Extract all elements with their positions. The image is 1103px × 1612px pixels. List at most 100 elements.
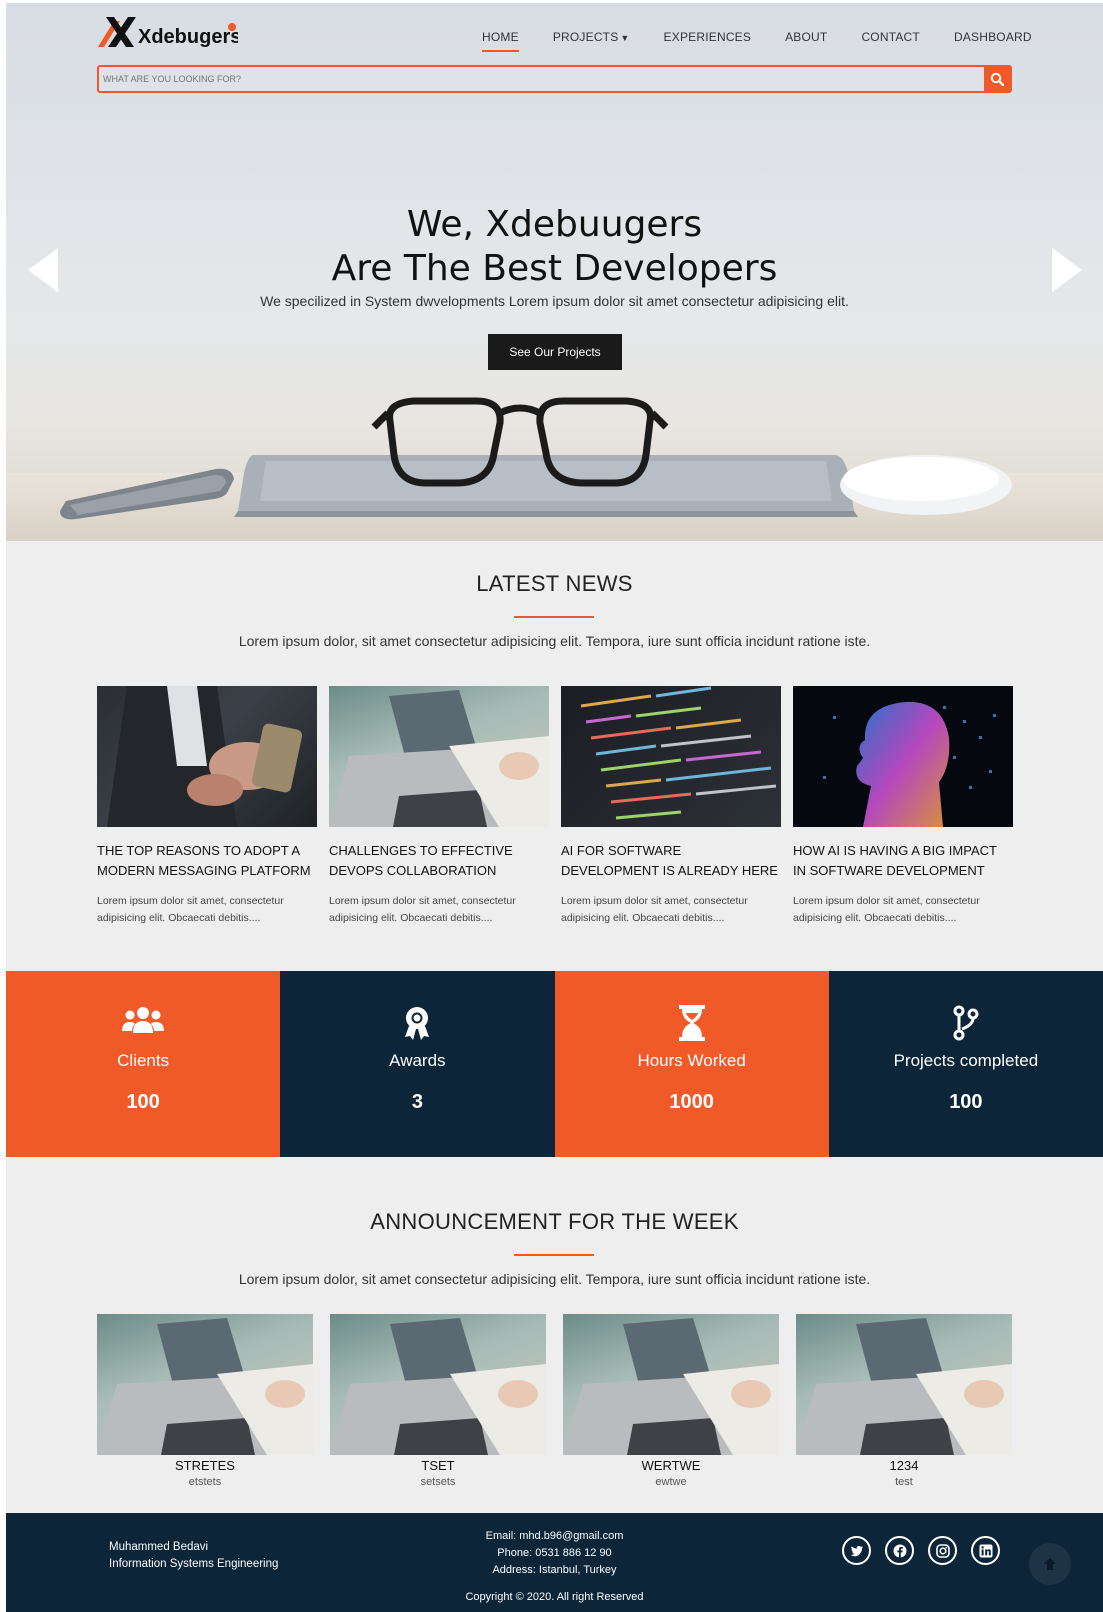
- hero-banner: Xdebugers HOME PROJECTS ▼ EXPERIENCES ABO…: [6, 3, 1103, 541]
- news-image-digital-head[interactable]: [793, 686, 1013, 827]
- announcement-subtitle: ewtwe: [655, 1476, 687, 1488]
- news-section-title: LATEST NEWS: [476, 571, 633, 596]
- announcement-card[interactable]: WERTWE ewtwe: [563, 1314, 779, 1488]
- search-input[interactable]: [99, 67, 984, 91]
- news-excerpt: Lorem ipsum dolor sit amet, consectetur …: [561, 895, 748, 924]
- stat-icon-wrap: [280, 1005, 554, 1041]
- stat-projects: Projects completed 100: [828, 971, 1103, 1157]
- hero-subtitle: We specilized in System dwvelopments Lor…: [260, 293, 849, 309]
- stats-band: Clients 100 Awards 3 Hours Worked 1000 P…: [6, 971, 1103, 1157]
- announcement-list: STRETES etstets TSET setsets WERTWE ewtw…: [97, 1314, 1012, 1488]
- nav-about[interactable]: ABOUT: [785, 27, 827, 52]
- news-card[interactable]: THE TOP REASONS TO ADOPT A MODERN MESSAG…: [97, 686, 317, 927]
- stat-value: 3: [411, 1091, 423, 1113]
- hero-title: We, Xdebuugers Are The Best Developers: [6, 203, 1103, 291]
- announcement-image[interactable]: [563, 1314, 779, 1455]
- announcement-image[interactable]: [796, 1314, 1012, 1455]
- stat-icon-wrap: [555, 1005, 829, 1041]
- twitter-icon[interactable]: [842, 1536, 871, 1565]
- users-icon: [122, 1007, 165, 1033]
- code-branch-icon: [953, 1005, 979, 1041]
- scroll-to-top-button[interactable]: [1029, 1543, 1071, 1585]
- nav-home[interactable]: HOME: [482, 27, 519, 52]
- news-card[interactable]: AI FOR SOFTWARE DEVELOPMENT IS ALREADY H…: [561, 686, 781, 927]
- stat-icon-wrap: [6, 1005, 280, 1041]
- news-excerpt: Lorem ipsum dolor sit amet, consectetur …: [329, 895, 516, 924]
- page: Xdebugers HOME PROJECTS ▼ EXPERIENCES ABO…: [6, 3, 1103, 1612]
- news-title[interactable]: THE TOP REASONS TO ADOPT A MODERN MESSAG…: [97, 841, 317, 881]
- nav-contact[interactable]: CONTACT: [861, 27, 920, 52]
- announcement-card[interactable]: TSET setsets: [330, 1314, 546, 1488]
- laptop-desk-photo: [97, 1318, 313, 1455]
- stat-value: 100: [126, 1091, 160, 1113]
- news-image-code-screen[interactable]: [561, 686, 781, 827]
- news-list: THE TOP REASONS TO ADOPT A MODERN MESSAG…: [97, 686, 1013, 927]
- laptop-desk-photo: [796, 1318, 1012, 1455]
- announcement-section-title: ANNOUNCEMENT FOR THE WEEK: [370, 1209, 739, 1234]
- footer: Muhammed Bedavi Information Systems Engi…: [6, 1513, 1103, 1612]
- news-excerpt: Lorem ipsum dolor sit amet, consectetur …: [793, 895, 980, 924]
- search-button[interactable]: [984, 67, 1010, 91]
- logo-text: Xdebugers: [138, 26, 238, 48]
- digital-head-photo: [823, 701, 996, 827]
- code-screen-photo: [580, 686, 777, 820]
- stat-clients: Clients 100: [6, 971, 281, 1157]
- announcement-image[interactable]: [97, 1314, 313, 1455]
- hero-title-line2: Are The Best Developers: [331, 248, 778, 289]
- news-section-description: Lorem ipsum dolor, sit amet consectetur …: [238, 633, 871, 649]
- nav-dashboard[interactable]: DASHBOARD: [954, 27, 1032, 52]
- arrow-up-icon: [1044, 1558, 1056, 1570]
- stat-label: Hours Worked: [637, 1051, 746, 1070]
- hero-title-line1: We, Xdebuugers: [406, 204, 703, 245]
- news-card[interactable]: CHALLENGES TO EFFECTIVE DEVOPS COLLABORA…: [329, 686, 549, 927]
- laptop-desk-photo: [563, 1318, 779, 1455]
- news-title[interactable]: AI FOR SOFTWARE DEVELOPMENT IS ALREADY H…: [561, 841, 781, 881]
- hourglass-icon: [678, 1005, 705, 1041]
- news-image-laptop-desk[interactable]: [329, 686, 549, 827]
- laptop-desk-photo: [330, 1318, 546, 1455]
- social-links: [842, 1536, 1000, 1565]
- search-icon: [990, 72, 1004, 86]
- stat-label: Clients: [117, 1051, 170, 1070]
- footer-copyright: Copyright © 2020. All right Reserved: [465, 1591, 644, 1603]
- announcement-card[interactable]: STRETES etstets: [97, 1314, 313, 1488]
- laptop-desk-photo: [329, 690, 549, 827]
- announcement-section-description: Lorem ipsum dolor, sit amet consectetur …: [238, 1271, 871, 1287]
- linkedin-icon[interactable]: [971, 1536, 1000, 1565]
- stat-value: 100: [949, 1091, 983, 1113]
- announcement-title[interactable]: STRETES: [97, 1458, 313, 1473]
- announcement-subtitle: etstets: [188, 1476, 222, 1488]
- news-title[interactable]: HOW AI IS HAVING A BIG IMPACT IN SOFTWAR…: [793, 841, 1013, 881]
- xdebugers-logo[interactable]: Xdebugers: [98, 13, 238, 53]
- news-title[interactable]: CHALLENGES TO EFFECTIVE DEVOPS COLLABORA…: [329, 841, 549, 881]
- nav-experiences[interactable]: EXPERIENCES: [664, 27, 752, 52]
- announcement-title[interactable]: 1234: [796, 1458, 1012, 1473]
- award-icon: [405, 1007, 430, 1040]
- announcement-subtitle: test: [895, 1476, 913, 1488]
- stat-value: 1000: [669, 1091, 714, 1113]
- nav-projects-label: PROJECTS: [552, 30, 619, 44]
- announcement-title[interactable]: TSET: [330, 1458, 546, 1473]
- stat-hours: Hours Worked 1000: [554, 971, 829, 1157]
- stat-icon-wrap: [829, 1005, 1103, 1041]
- see-projects-button[interactable]: See Our Projects: [488, 334, 622, 370]
- chevron-down-icon: ▼: [620, 33, 630, 43]
- announcement-title-underline: [514, 1254, 594, 1256]
- instagram-icon[interactable]: [928, 1536, 957, 1565]
- announcement-image[interactable]: [330, 1314, 546, 1455]
- main-nav: HOME PROJECTS ▼ EXPERIENCES ABOUT CONTACT…: [482, 27, 1032, 52]
- announcement-subtitle: setsets: [420, 1476, 456, 1488]
- news-title-underline: [514, 616, 594, 618]
- stat-label: Projects completed: [893, 1051, 1039, 1070]
- hero-photo-objects: [60, 397, 1012, 520]
- news-image-hand-phone[interactable]: [97, 686, 317, 827]
- stat-label: Awards: [389, 1051, 446, 1070]
- nav-projects[interactable]: PROJECTS ▼: [553, 27, 630, 52]
- announcement-title[interactable]: WERTWE: [563, 1458, 779, 1473]
- search-bar: [97, 65, 1012, 93]
- hand-phone-photo: [107, 686, 303, 827]
- facebook-icon[interactable]: [885, 1536, 914, 1565]
- news-excerpt: Lorem ipsum dolor sit amet, consectetur …: [97, 895, 284, 924]
- news-card[interactable]: HOW AI IS HAVING A BIG IMPACT IN SOFTWAR…: [793, 686, 1013, 927]
- announcement-card[interactable]: 1234 test: [796, 1314, 1012, 1488]
